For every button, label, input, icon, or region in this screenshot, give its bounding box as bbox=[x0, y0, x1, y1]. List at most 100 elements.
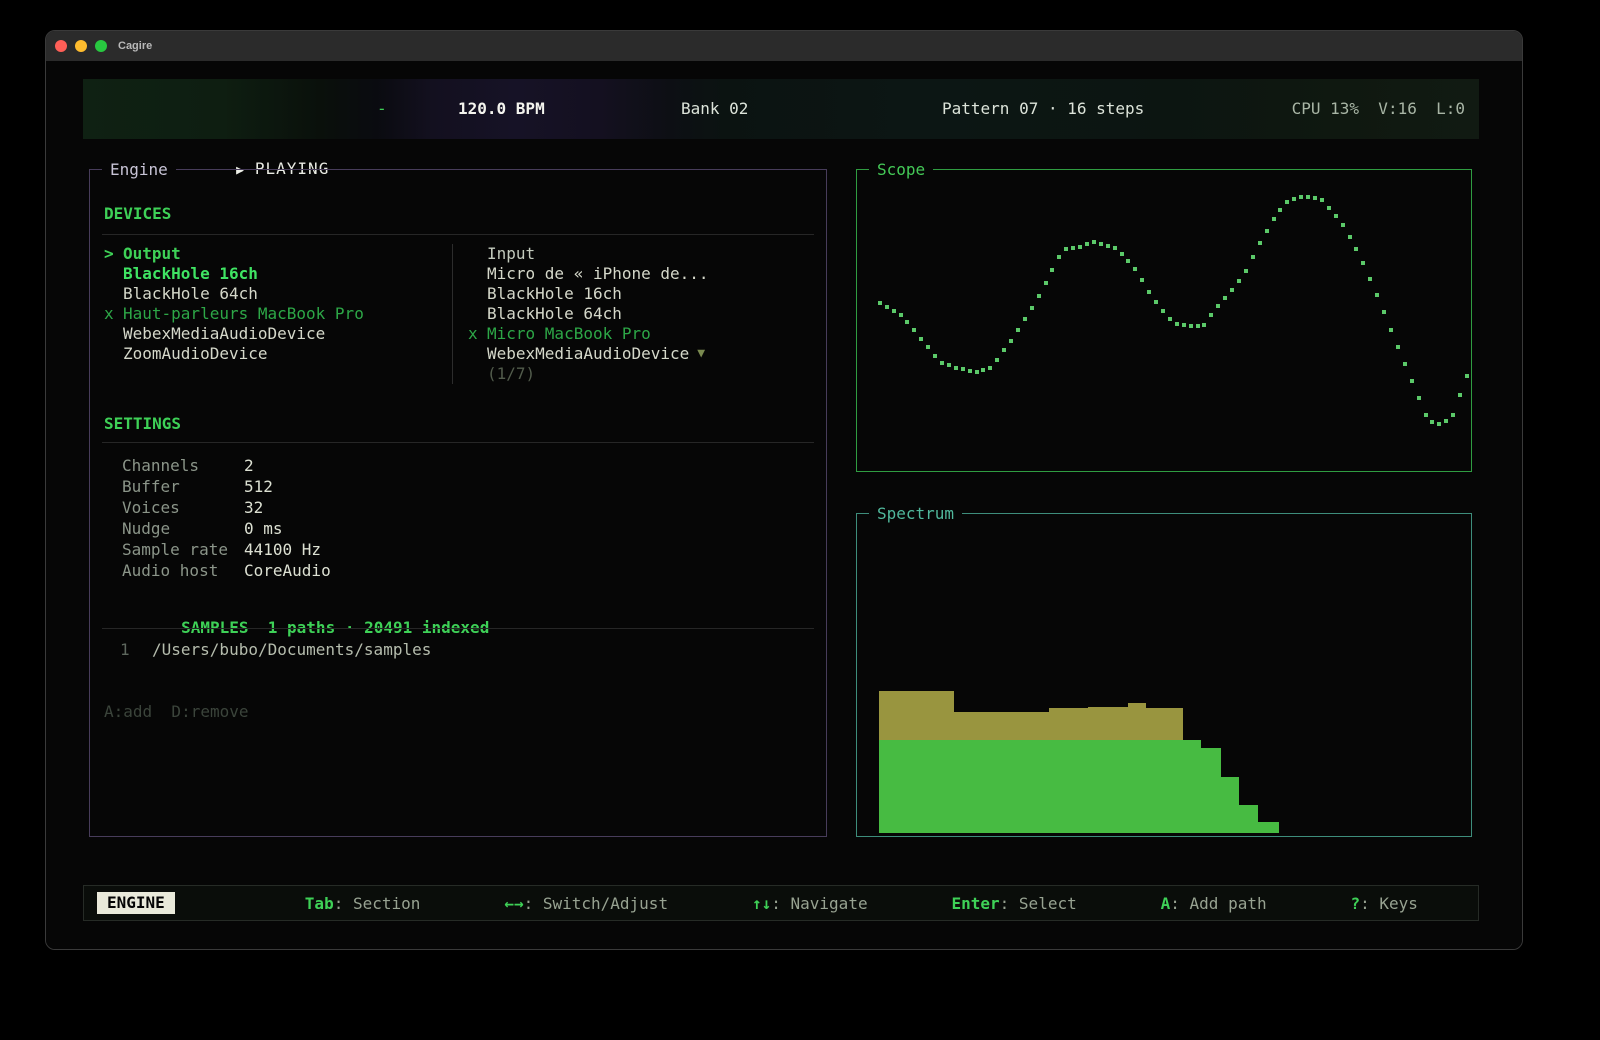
key-hint: A: Add path bbox=[1161, 894, 1267, 913]
device-name: BlackHole 64ch bbox=[123, 284, 258, 304]
device-list-item[interactable]: xMicro MacBook Pro bbox=[468, 324, 808, 344]
device-list-item[interactable]: ZoomAudioDevice bbox=[104, 344, 444, 364]
pattern-indicator[interactable]: Pattern 07 · 16 steps bbox=[942, 79, 1144, 139]
setting-value: 2 bbox=[244, 455, 254, 476]
device-list-item[interactable]: BlackHole 64ch bbox=[104, 284, 444, 304]
scope-dot bbox=[1244, 269, 1248, 273]
key-hint-key: Enter bbox=[951, 894, 999, 913]
engine-panel: Engine DEVICES >OutputBlackHole 16chBlac… bbox=[89, 169, 827, 837]
scope-dot bbox=[933, 354, 937, 358]
scope-dot bbox=[1258, 241, 1262, 245]
scope-dot bbox=[1265, 229, 1269, 233]
settings-row[interactable]: Buffer512 bbox=[122, 476, 331, 497]
scope-dot bbox=[1216, 304, 1220, 308]
spectrum-peak-segment bbox=[1088, 707, 1128, 740]
scope-dot bbox=[1071, 246, 1075, 250]
minimize-window-button[interactable] bbox=[75, 40, 87, 52]
active-device-mark: x bbox=[104, 304, 123, 324]
settings-separator bbox=[102, 442, 814, 443]
scope-dot bbox=[940, 361, 944, 365]
scope-panel: Scope bbox=[856, 169, 1472, 472]
device-name: Micro MacBook Pro bbox=[487, 324, 651, 344]
device-list-item[interactable]: xHaut-parleurs MacBook Pro bbox=[104, 304, 444, 324]
traffic-lights bbox=[55, 40, 107, 52]
device-name: ZoomAudioDevice bbox=[123, 344, 268, 364]
key-hint-key: ? bbox=[1351, 894, 1361, 913]
scope-dot bbox=[1057, 255, 1061, 259]
settings-row[interactable]: Nudge0 ms bbox=[122, 518, 331, 539]
device-list-item[interactable]: BlackHole 64ch bbox=[468, 304, 808, 324]
pager-label: (1/7) bbox=[487, 364, 535, 384]
close-window-button[interactable] bbox=[55, 40, 67, 52]
settings-row[interactable]: Audio hostCoreAudio bbox=[122, 560, 331, 581]
device-name: BlackHole 16ch bbox=[487, 284, 622, 304]
scope-dot bbox=[1030, 306, 1034, 310]
scope-dot bbox=[1078, 245, 1082, 249]
scope-dot bbox=[1023, 317, 1027, 321]
device-list-item[interactable]: BlackHole 16ch bbox=[104, 264, 444, 284]
scope-dot bbox=[947, 363, 951, 367]
bpm-value[interactable]: 120.0 BPM bbox=[458, 79, 545, 139]
transport-state: ▶PLAYING bbox=[151, 79, 329, 139]
sample-path-row[interactable]: 1/Users/bubo/Documents/samples bbox=[120, 640, 431, 660]
footer-bar: ENGINE Tab: Section←→: Switch/Adjust↑↓: … bbox=[83, 885, 1479, 921]
spectrum-level-segment bbox=[879, 740, 1201, 833]
scope-dot bbox=[1437, 422, 1441, 426]
scope-dot bbox=[1410, 379, 1414, 383]
scope-dot bbox=[1424, 413, 1428, 417]
scope-dot bbox=[1361, 261, 1365, 265]
scope-dot bbox=[1341, 223, 1345, 227]
scope-dot bbox=[1382, 310, 1386, 314]
scope-dot bbox=[1313, 196, 1317, 200]
device-list-item[interactable]: WebexMediaAudioDevice bbox=[104, 324, 444, 344]
scope-dot bbox=[1251, 255, 1255, 259]
device-column-label: Output bbox=[123, 244, 181, 264]
scope-dot bbox=[912, 328, 916, 332]
settings-row[interactable]: Sample rate44100 Hz bbox=[122, 539, 331, 560]
key-hint-label: : Keys bbox=[1360, 894, 1418, 913]
key-hint-key: A bbox=[1161, 894, 1171, 913]
device-list-item[interactable]: BlackHole 16ch bbox=[468, 284, 808, 304]
setting-value: CoreAudio bbox=[244, 560, 331, 581]
scope-dot bbox=[926, 345, 930, 349]
app-content: ▶PLAYING - 120.0 BPM Bank 02 Pattern 07 … bbox=[46, 61, 1522, 949]
scope-dot bbox=[961, 367, 965, 371]
spectrum-panel: Spectrum bbox=[856, 513, 1472, 837]
scope-dot bbox=[1002, 348, 1006, 352]
scope-dot bbox=[988, 366, 992, 370]
settings-row[interactable]: Channels2 bbox=[122, 455, 331, 476]
scope-dot bbox=[1050, 268, 1054, 272]
scope-dot bbox=[1230, 288, 1234, 292]
scope-dot bbox=[1092, 240, 1096, 244]
scope-dot bbox=[1396, 345, 1400, 349]
settings-row[interactable]: Voices32 bbox=[122, 497, 331, 518]
scope-dot bbox=[1354, 247, 1358, 251]
key-hint-label: : Navigate bbox=[771, 894, 867, 913]
mode-badge: ENGINE bbox=[97, 892, 175, 914]
device-mark-slot bbox=[468, 264, 487, 284]
scope-dot bbox=[1237, 279, 1241, 283]
devices-separator bbox=[102, 234, 814, 235]
setting-value: 0 ms bbox=[244, 518, 283, 539]
device-list-item[interactable]: WebexMediaAudioDevice▼ bbox=[468, 344, 808, 364]
device-list-item[interactable]: Micro de « iPhone de... bbox=[468, 264, 808, 284]
scope-dot bbox=[1334, 214, 1338, 218]
scope-dot bbox=[1465, 374, 1469, 378]
device-list-pager: (1/7) bbox=[468, 364, 808, 384]
scope-dot bbox=[1133, 267, 1137, 271]
key-hint: ↑↓: Navigate bbox=[752, 894, 868, 913]
device-name: BlackHole 16ch bbox=[123, 264, 258, 284]
scope-dot bbox=[975, 370, 979, 374]
scope-dot bbox=[1320, 198, 1324, 202]
device-column-header: Input bbox=[468, 244, 808, 264]
samples-keys-hint: A:add D:remove bbox=[104, 702, 249, 722]
scope-dot bbox=[1306, 195, 1310, 199]
spectrum-peak-segment bbox=[1128, 703, 1146, 740]
scope-dot bbox=[1223, 296, 1227, 300]
bank-indicator[interactable]: Bank 02 bbox=[681, 79, 748, 139]
zoom-window-button[interactable] bbox=[95, 40, 107, 52]
device-mark-slot bbox=[104, 284, 123, 304]
scope-dot bbox=[1154, 300, 1158, 304]
scope-dot bbox=[892, 309, 896, 313]
scope-dot bbox=[1368, 277, 1372, 281]
